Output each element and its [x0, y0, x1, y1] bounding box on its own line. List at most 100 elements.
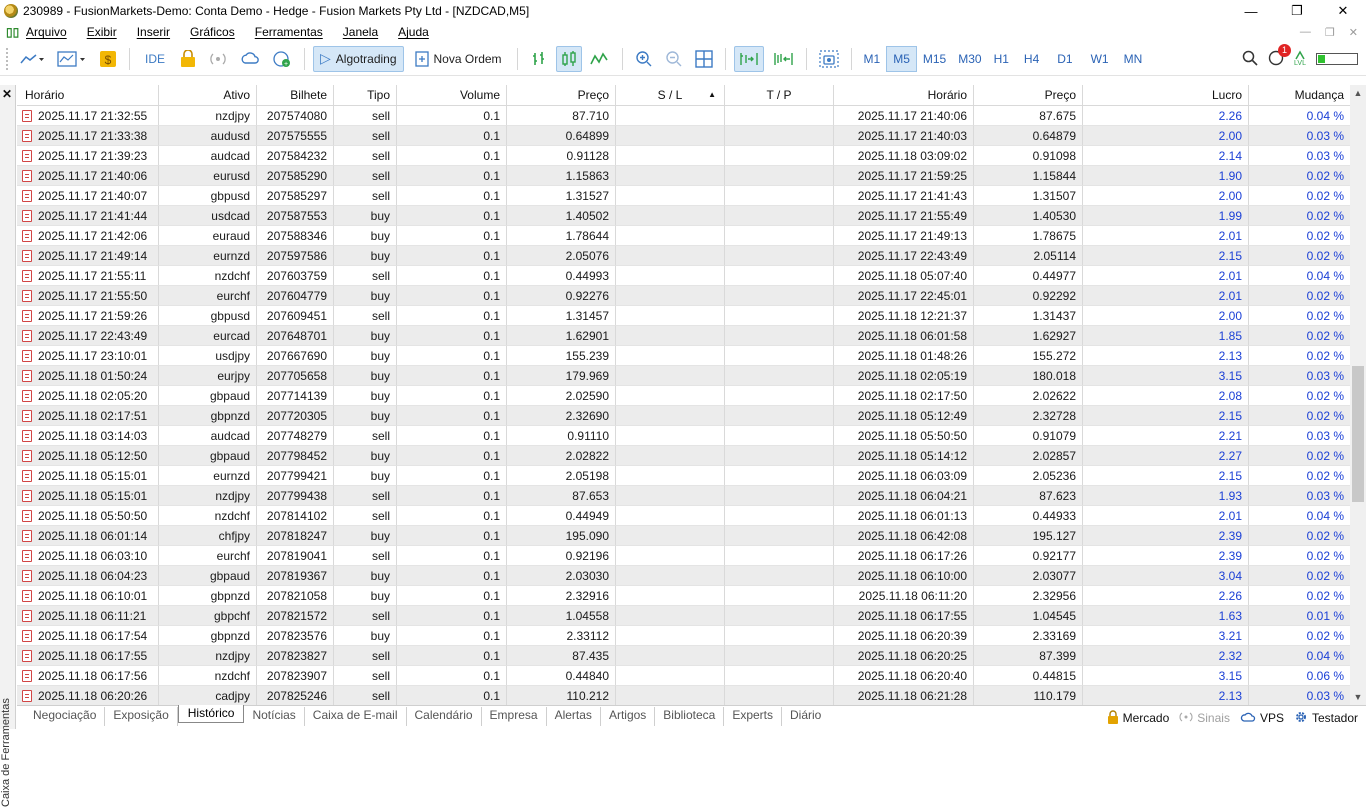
mdi-close-button[interactable]: ✕: [1349, 26, 1358, 39]
table-row[interactable]: 2025.11.17 21:55:50 eurchf 207604779 buy 0.1…: [17, 286, 1350, 306]
close-button[interactable]: ✕: [1320, 0, 1366, 22]
new-order-button[interactable]: Nova Ordem: [408, 46, 509, 72]
ide-button[interactable]: IDE: [138, 46, 172, 72]
table-row[interactable]: 2025.11.18 05:15:01 eurnzd 207799421 buy 0.1…: [17, 466, 1350, 486]
header-ticket[interactable]: Bilhete: [257, 85, 334, 105]
mercado-link[interactable]: Mercado: [1107, 709, 1169, 727]
zoom-out-icon[interactable]: [661, 46, 687, 72]
timeframe-d1[interactable]: D1: [1048, 46, 1081, 72]
autoscroll-icon[interactable]: [733, 45, 764, 72]
tab-artigos[interactable]: Artigos: [601, 707, 656, 726]
tab-alertas[interactable]: Alertas: [547, 707, 601, 726]
table-row[interactable]: 2025.11.17 21:59:26 gbpusd 207609451 sell 0.…: [17, 306, 1350, 326]
table-row[interactable]: 2025.11.17 21:40:07 gbpusd 207585297 sell 0.…: [17, 186, 1350, 206]
timeframe-mn[interactable]: MN: [1118, 46, 1149, 72]
tab-exposicao[interactable]: Exposição: [105, 707, 178, 726]
table-row[interactable]: 2025.11.18 06:03:10 eurchf 207819041 sell 0.…: [17, 546, 1350, 566]
table-row[interactable]: 2025.11.17 21:40:06 eurusd 207585290 sell 0.…: [17, 166, 1350, 186]
table-row[interactable]: 2025.11.17 21:49:14 eurnzd 207597586 buy 0.1…: [17, 246, 1350, 266]
testador-link[interactable]: Testador: [1294, 710, 1358, 727]
tab-biblioteca[interactable]: Biblioteca: [655, 707, 725, 726]
header-type[interactable]: Tipo: [334, 85, 397, 105]
vps-cloud-icon[interactable]: [236, 46, 264, 72]
table-row[interactable]: 2025.11.18 05:12:50 gbpaud 207798452 buy 0.1…: [17, 446, 1350, 466]
header-time[interactable]: Horário: [17, 85, 159, 105]
chart-template-dropdown-icon[interactable]: [53, 46, 91, 72]
timeframe-m5[interactable]: M5: [886, 45, 917, 72]
header-profit[interactable]: Lucro: [1083, 85, 1249, 105]
table-row[interactable]: 2025.11.18 06:17:55 nzdjpy 207823827 sell 0.…: [17, 646, 1350, 666]
table-row[interactable]: 2025.11.17 21:55:11 nzdchf 207603759 sell 0.…: [17, 266, 1350, 286]
header-sl[interactable]: S / L ▲: [616, 85, 725, 105]
scrollbar-thumb[interactable]: [1352, 366, 1364, 502]
tile-windows-icon[interactable]: [691, 46, 717, 72]
zoom-in-icon[interactable]: [631, 46, 657, 72]
table-row[interactable]: 2025.11.17 21:32:55 nzdjpy 207574080 sell 0.…: [17, 106, 1350, 126]
chart-shift-icon[interactable]: [768, 46, 798, 72]
signals-icon[interactable]: [204, 46, 232, 72]
table-row[interactable]: 2025.11.17 22:43:49 eurcad 207648701 buy 0.1…: [17, 326, 1350, 346]
table-row[interactable]: 2025.11.17 21:33:38 audusd 207575555 sell 0.…: [17, 126, 1350, 146]
timeframe-h1[interactable]: H1: [988, 46, 1015, 72]
dollar-icon[interactable]: $: [95, 46, 121, 72]
table-row[interactable]: 2025.11.18 05:15:01 nzdjpy 207799438 sell 0.…: [17, 486, 1350, 506]
table-row[interactable]: 2025.11.18 02:17:51 gbpnzd 207720305 buy 0.1…: [17, 406, 1350, 426]
menu-arquivo[interactable]: Arquivo: [26, 25, 67, 39]
candlestick-chart-icon[interactable]: [555, 45, 582, 72]
table-row[interactable]: 2025.11.18 05:50:50 nzdchf 207814102 sell 0.…: [17, 506, 1350, 526]
table-row[interactable]: 2025.11.17 21:41:44 usdcad 207587553 buy 0.1…: [17, 206, 1350, 226]
table-row[interactable]: 2025.11.18 06:17:54 gbpnzd 207823576 buy 0.1…: [17, 626, 1350, 646]
sinais-link[interactable]: Sinais: [1179, 711, 1230, 726]
table-row[interactable]: 2025.11.17 21:39:23 audcad 207584232 sell 0.…: [17, 146, 1350, 166]
tab-calendario[interactable]: Calendário: [407, 707, 482, 726]
mdi-minimize-button[interactable]: —: [1300, 26, 1311, 38]
timeframe-m30[interactable]: M30: [952, 46, 987, 72]
market-globe-icon[interactable]: +: [268, 46, 296, 72]
table-row[interactable]: 2025.11.17 23:10:01 usdjpy 207667690 buy 0.1…: [17, 346, 1350, 366]
table-row[interactable]: 2025.11.18 06:11:21 gbpchf 207821572 sell 0.…: [17, 606, 1350, 626]
header-symbol[interactable]: Ativo: [159, 85, 257, 105]
timeframe-w1[interactable]: W1: [1082, 46, 1118, 72]
menu-janela[interactable]: Janela: [343, 25, 378, 39]
table-row[interactable]: 2025.11.18 02:05:20 gbpaud 207714139 buy 0.1…: [17, 386, 1350, 406]
table-row[interactable]: 2025.11.18 06:20:26 cadjpy 207825246 sell 0.…: [17, 686, 1350, 705]
tab-negociacao[interactable]: Negociação: [17, 707, 106, 726]
timeframe-m15[interactable]: M15: [917, 46, 952, 72]
table-row[interactable]: 2025.11.18 06:10:01 gbpnzd 207821058 buy 0.1…: [17, 586, 1350, 606]
header-tp[interactable]: T / P: [725, 85, 834, 105]
menu-ajuda[interactable]: Ajuda: [398, 25, 429, 39]
toolbox-close-icon[interactable]: ✕: [2, 87, 12, 101]
table-row[interactable]: 2025.11.18 06:01:14 chfjpy 207818247 buy 0.1…: [17, 526, 1350, 546]
timeframe-h4[interactable]: H4: [1015, 46, 1048, 72]
tab-experts[interactable]: Experts: [724, 707, 783, 726]
market-lock-icon[interactable]: [176, 46, 200, 72]
header-close-time[interactable]: Horário: [834, 85, 974, 105]
menu-inserir[interactable]: Inserir: [137, 25, 170, 39]
tab-diario[interactable]: Diário: [782, 707, 829, 726]
header-close-price[interactable]: Preço: [974, 85, 1083, 105]
tab-caixa-email[interactable]: Caixa de E-mail: [305, 707, 407, 726]
table-row[interactable]: 2025.11.17 21:42:06 euraud 207588346 buy 0.1…: [17, 226, 1350, 246]
timeframe-m1[interactable]: M1: [858, 46, 887, 72]
mdi-restore-button[interactable]: ❐: [1325, 26, 1335, 39]
algotrading-button[interactable]: ▷ Algotrading: [313, 45, 404, 72]
notifications-button[interactable]: 1: [1268, 43, 1291, 69]
line-chart-dropdown-icon[interactable]: [15, 46, 49, 72]
search-icon[interactable]: [1242, 50, 1258, 69]
scroll-up-icon[interactable]: ▲: [1350, 85, 1366, 101]
table-row[interactable]: 2025.11.18 01:50:24 eurjpy 207705658 buy 0.1…: [17, 366, 1350, 386]
screenshot-icon[interactable]: [815, 46, 843, 72]
vps-link[interactable]: VPS: [1240, 711, 1284, 726]
table-row[interactable]: 2025.11.18 06:17:56 nzdchf 207823907 sell 0.…: [17, 666, 1350, 686]
header-price[interactable]: Preço: [507, 85, 616, 105]
scroll-down-icon[interactable]: ▼: [1350, 689, 1366, 705]
tab-empresa[interactable]: Empresa: [482, 707, 547, 726]
line-chart-icon[interactable]: [586, 46, 614, 72]
menu-ferramentas[interactable]: Ferramentas: [255, 25, 323, 39]
bar-chart-icon[interactable]: [526, 46, 552, 72]
menu-graficos[interactable]: Gráficos: [190, 25, 235, 39]
header-change[interactable]: Mudança: [1249, 85, 1350, 105]
table-row[interactable]: 2025.11.18 06:04:23 gbpaud 207819367 buy 0.1…: [17, 566, 1350, 586]
header-volume[interactable]: Volume: [397, 85, 507, 105]
tab-noticias[interactable]: Notícias: [244, 707, 305, 726]
